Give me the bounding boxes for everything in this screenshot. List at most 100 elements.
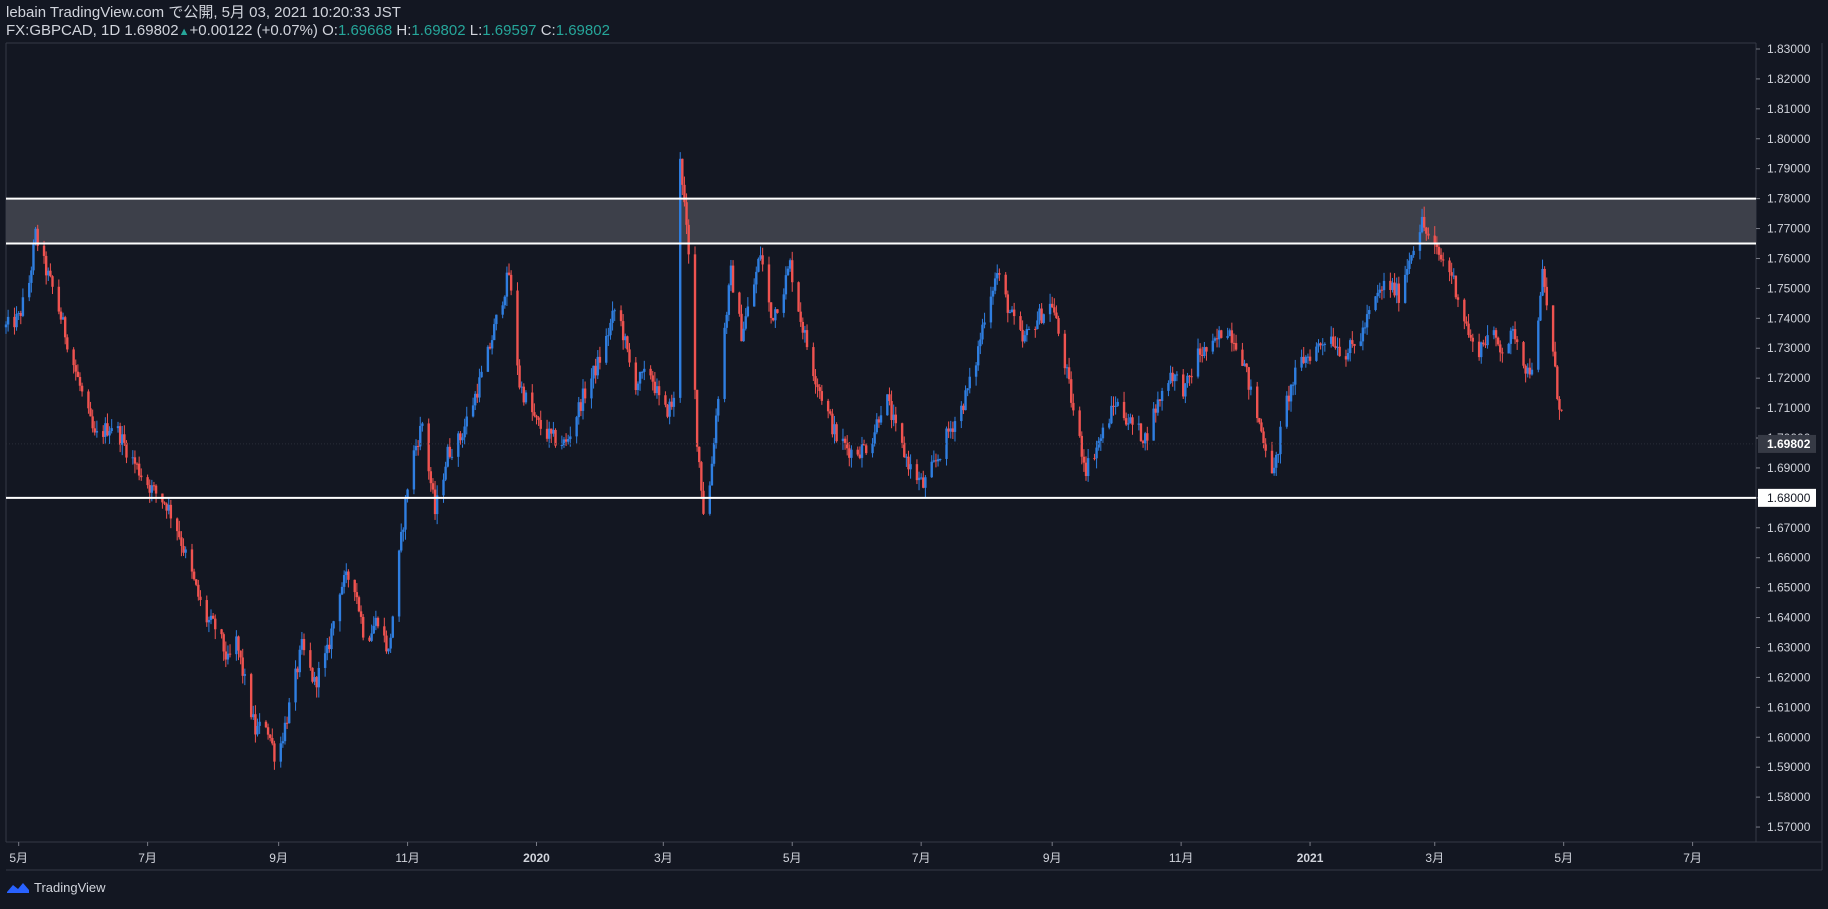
candle-body xyxy=(1382,280,1386,291)
candle-body xyxy=(359,611,363,617)
candle-body xyxy=(505,272,509,297)
candle-body xyxy=(237,636,240,651)
candle-body xyxy=(387,648,390,652)
candle-body xyxy=(1439,254,1443,260)
candle-body xyxy=(268,734,272,738)
time-axis[interactable]: 5月 7月 9月 11月 2020 3月 5月 7月 9月 11月 2021 3月 5月 7月 xyxy=(9,842,1702,865)
candle-body xyxy=(1441,259,1445,261)
x-tick-label: 11月 xyxy=(1169,851,1193,865)
candle-body xyxy=(577,402,580,418)
candle-body xyxy=(78,376,82,386)
x-tick-label: 7月 xyxy=(912,851,931,865)
candle-body xyxy=(1116,401,1119,406)
candle-body xyxy=(598,356,602,363)
candle-body xyxy=(634,362,638,391)
candle-body xyxy=(784,275,788,295)
candle-body xyxy=(347,571,350,580)
candle-body xyxy=(1300,356,1303,368)
candle-body xyxy=(981,324,984,340)
candle-body xyxy=(655,386,659,394)
candle-body xyxy=(95,431,99,433)
candle-body xyxy=(609,322,612,336)
candle-body xyxy=(860,443,864,458)
candle-body xyxy=(446,446,449,467)
candle-body xyxy=(932,460,936,462)
candle-body xyxy=(915,464,919,481)
y-tick-label: 1.79000 xyxy=(1767,162,1811,176)
candle-body xyxy=(1188,375,1191,377)
candle-body xyxy=(209,615,213,620)
candle-body xyxy=(698,446,701,463)
candle-body xyxy=(953,421,957,432)
candle-body xyxy=(1306,356,1310,358)
candle-body xyxy=(1040,308,1043,323)
candle-body xyxy=(1184,383,1187,397)
candle-body xyxy=(175,518,179,532)
candle-body xyxy=(917,477,921,481)
candle-body xyxy=(1526,367,1529,374)
candle-body xyxy=(1146,433,1149,441)
zone-rect xyxy=(6,198,1756,244)
candle-body xyxy=(1063,333,1067,369)
candle-body xyxy=(340,586,344,595)
horizontal-lines xyxy=(6,197,1756,499)
candle-body xyxy=(140,475,143,478)
candle-body xyxy=(619,310,623,322)
candle-body xyxy=(1420,216,1424,233)
candle-body xyxy=(1258,418,1261,423)
candle-body xyxy=(1169,372,1172,384)
candle-body xyxy=(1522,342,1525,366)
candle-body xyxy=(729,265,733,286)
candle-body xyxy=(509,274,513,291)
candle-body xyxy=(133,457,137,464)
candle-body xyxy=(693,254,697,390)
y-tick-label: 1.81000 xyxy=(1767,102,1811,116)
candle-body xyxy=(657,386,661,396)
candle-body xyxy=(1380,289,1384,291)
candle-body xyxy=(865,445,868,454)
candle-body xyxy=(877,419,881,423)
candle-body xyxy=(461,437,464,441)
x-tick-label: 3月 xyxy=(1425,851,1444,865)
candle-body xyxy=(1247,367,1250,390)
candle-body xyxy=(835,424,838,442)
candle-body xyxy=(1095,447,1098,459)
candle-body xyxy=(977,346,980,366)
candle-body xyxy=(1433,235,1436,244)
candle-body xyxy=(924,477,927,488)
price-axis[interactable]: 1.57000 1.58000 1.59000 1.60000 1.61000 1.620… xyxy=(1756,42,1816,834)
candle-body xyxy=(643,368,646,372)
candle-body xyxy=(583,388,587,399)
candle-body xyxy=(605,335,608,363)
candle-body xyxy=(1143,433,1147,444)
candle-body xyxy=(761,255,764,265)
candle-body xyxy=(539,419,542,429)
candle-body xyxy=(402,529,405,532)
candle-body xyxy=(759,255,762,259)
candle-body xyxy=(886,394,889,416)
y-tick-label: 1.59000 xyxy=(1767,760,1811,774)
candle-body xyxy=(668,401,671,417)
candle-body xyxy=(575,417,578,437)
candle-body xyxy=(922,477,925,488)
candle-body xyxy=(1131,417,1134,425)
candle-body xyxy=(672,397,676,407)
candle-body xyxy=(442,479,445,496)
candle-body xyxy=(1279,426,1282,455)
y-tick-label: 1.63000 xyxy=(1767,640,1811,654)
candle-body xyxy=(1528,367,1532,375)
candle-body xyxy=(463,426,466,438)
candle-body xyxy=(818,387,821,392)
candle-body xyxy=(1084,462,1088,477)
candle-body xyxy=(968,376,971,389)
candle-body xyxy=(239,650,242,658)
price-chart[interactable]: 1.57000 1.58000 1.59000 1.60000 1.61000 1.620… xyxy=(0,0,1828,909)
candle-body xyxy=(782,294,785,313)
candle-body xyxy=(195,579,198,585)
candle-body xyxy=(772,317,775,321)
candle-body xyxy=(1332,336,1335,347)
candle-body xyxy=(1515,339,1519,343)
candle-body xyxy=(1410,255,1413,261)
candle-body xyxy=(1469,334,1472,338)
candle-body xyxy=(816,384,819,388)
